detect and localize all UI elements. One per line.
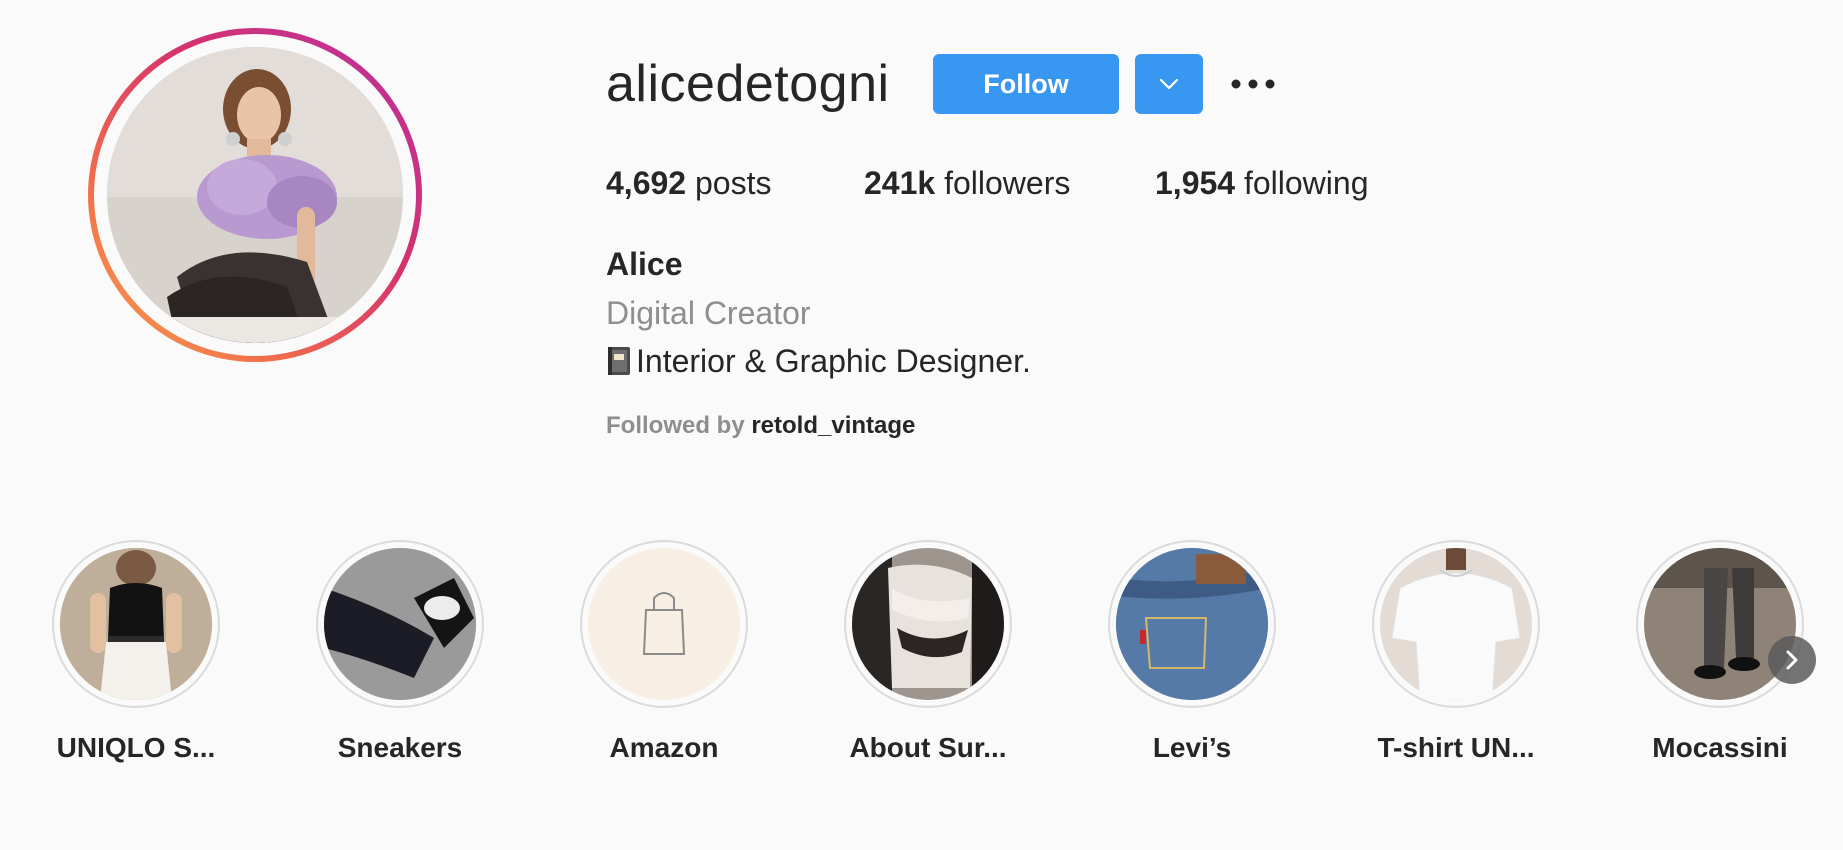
posts-count: 4,692 — [606, 165, 687, 201]
following-label: following — [1243, 165, 1369, 201]
highlight-cover — [1380, 548, 1532, 700]
highlight-ring — [580, 540, 748, 708]
followers-count: 241k — [864, 165, 936, 201]
profile-avatar[interactable] — [107, 47, 403, 343]
avatar-photo-illustration — [107, 47, 403, 343]
follow-button[interactable]: Follow — [933, 54, 1119, 114]
highlight-ring — [1636, 540, 1804, 708]
highlight-label: Levi’s — [1152, 732, 1232, 763]
followers-stat[interactable]: 241k followers — [864, 162, 1070, 204]
highlight-ring — [844, 540, 1012, 708]
highlight-ring — [316, 540, 484, 708]
highlight-label: T-shirt UN... — [1377, 732, 1535, 763]
highlights-next-button[interactable] — [1768, 636, 1816, 684]
more-options-icon — [1231, 79, 1275, 89]
posts-stat: 4,692 posts — [606, 162, 771, 204]
notebook-emoji-icon — [608, 347, 630, 375]
highlight-label: UNIQLO S... — [56, 732, 216, 763]
highlight-cover — [60, 548, 212, 700]
followers-label: followers — [944, 165, 1071, 201]
highlight-label: Sneakers — [337, 732, 463, 763]
followed-by-prefix: Followed by — [606, 412, 745, 439]
highlight-label: About Sur... — [849, 732, 1007, 763]
highlight-label: Amazon — [609, 732, 719, 763]
highlight-ring — [1108, 540, 1276, 708]
profile-bio: Interior & Graphic Designer. — [606, 340, 1031, 382]
profile-page: alicedetogni Follow 4,692 posts 241k fol… — [0, 0, 1843, 850]
profile-username: alicedetogni — [606, 55, 890, 113]
following-count: 1,954 — [1155, 165, 1236, 201]
following-stat[interactable]: 1,954 following — [1155, 162, 1368, 204]
highlight-cover — [852, 548, 1004, 700]
chevron-down-icon — [1159, 78, 1179, 90]
profile-full-name: Alice — [606, 246, 683, 282]
more-options-button[interactable] — [1228, 64, 1278, 104]
highlight-cover — [1116, 548, 1268, 700]
profile-avatar-story-ring[interactable] — [88, 28, 422, 362]
followed-by: Followed by retold_vintage — [606, 410, 915, 442]
posts-label: posts — [694, 165, 772, 201]
highlight-cover — [588, 548, 740, 700]
suggested-accounts-dropdown-button[interactable] — [1135, 54, 1203, 114]
followed-by-user-link[interactable]: retold_vintage — [751, 412, 915, 439]
profile-bio-text: Interior & Graphic Designer. — [636, 343, 1031, 379]
chevron-right-icon — [1786, 650, 1798, 670]
highlight-ring — [52, 540, 220, 708]
highlight-cover — [1644, 548, 1796, 700]
profile-category: Digital Creator — [606, 295, 811, 331]
highlight-cover — [324, 548, 476, 700]
highlight-ring — [1372, 540, 1540, 708]
highlight-label: Mocassini — [1652, 732, 1788, 763]
